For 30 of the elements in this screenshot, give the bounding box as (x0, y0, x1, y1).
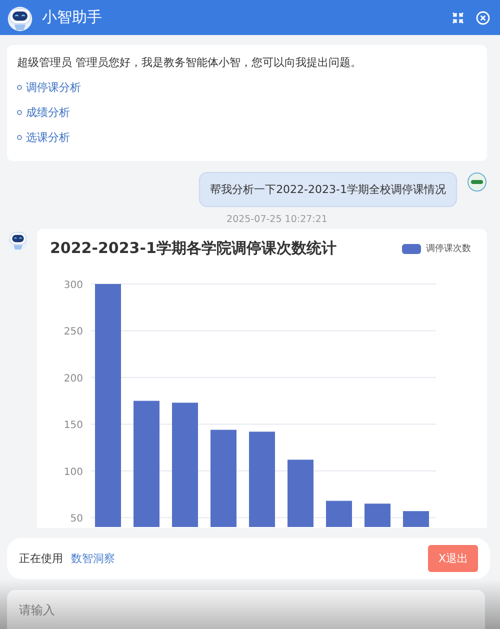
legend-label: 调停课次数 (426, 242, 471, 255)
bullet-icon (17, 85, 22, 90)
axis-tick-label: 100 (64, 466, 83, 478)
window-title: 小智助手 (42, 8, 103, 27)
welcome-message: 超级管理员 管理员您好，我是教务智能体小智，您可以向我提出问题。 (17, 55, 362, 70)
exit-button[interactable]: X退出 (428, 545, 478, 572)
suggestion-link[interactable]: 调停课分析 (26, 80, 81, 95)
close-icon[interactable] (476, 10, 490, 24)
status-label: 正在使用 (19, 551, 63, 566)
bar (364, 504, 390, 527)
message-time: 2025-07-25 10:27:21 (226, 214, 328, 225)
suggestion-link[interactable]: 选课分析 (26, 130, 70, 145)
axis-tick-label: 200 (64, 373, 83, 384)
axis-tick-label: 300 (64, 280, 83, 291)
exit-fullscreen-icon[interactable] (452, 12, 464, 24)
chart-title: 2022-2023-1学期各学院调停课次数统计 (50, 239, 336, 258)
bar (403, 511, 429, 527)
axis-tick-label: 250 (64, 326, 83, 338)
message-input[interactable]: 请输入 (7, 590, 485, 629)
user-avatar-icon (467, 172, 487, 192)
user-message: 帮我分析一下2022-2023-1学期全校调停课情况 (199, 172, 457, 207)
axis-tick-label: 50 (70, 514, 83, 525)
bullet-icon (17, 110, 22, 115)
suggestion-link[interactable]: 成绩分析 (26, 105, 70, 120)
bar (326, 500, 352, 527)
axis-tick-label: 150 (64, 420, 83, 432)
bullet-icon (17, 135, 22, 140)
robot-avatar-icon (7, 229, 29, 251)
active-tool-link[interactable]: 数智洞察 (71, 551, 428, 566)
bar (288, 460, 314, 527)
